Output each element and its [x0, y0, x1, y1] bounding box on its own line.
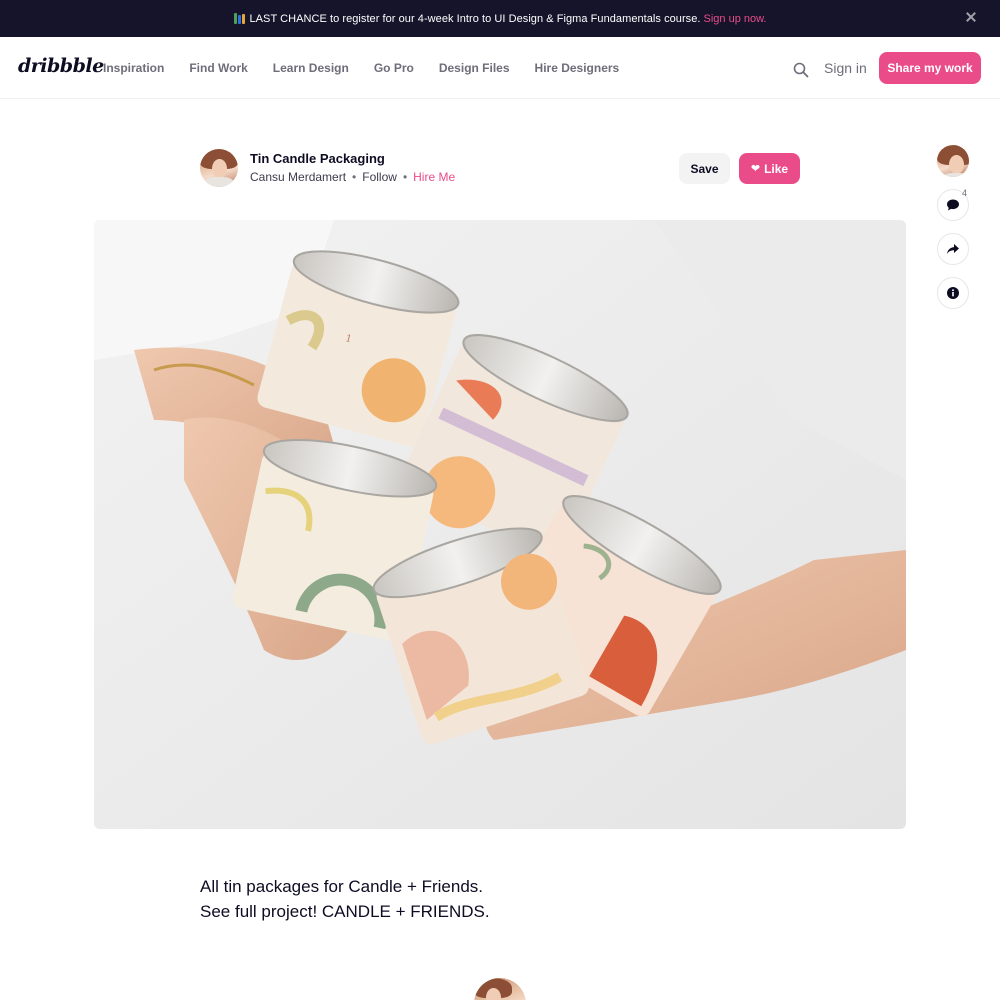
- nav-find-work[interactable]: Find Work: [189, 61, 247, 75]
- like-button[interactable]: ❤ Like: [739, 153, 800, 184]
- promo-banner: LAST CHANCE to register for our 4-week I…: [0, 0, 1000, 37]
- shot-title: Tin Candle Packaging: [250, 151, 385, 166]
- info-button[interactable]: [937, 277, 969, 309]
- nav-inspiration[interactable]: Inspiration: [103, 61, 164, 75]
- heart-icon: ❤: [750, 163, 761, 175]
- rail-author-avatar[interactable]: [937, 145, 969, 177]
- comment-count: 4: [962, 188, 968, 198]
- info-icon: [947, 287, 959, 299]
- candle-tins-illustration: 1: [94, 220, 906, 829]
- nav-go-pro[interactable]: Go Pro: [374, 61, 414, 75]
- comment-icon: [947, 199, 959, 211]
- dribbble-logo[interactable]: dribbble: [18, 55, 104, 77]
- close-icon[interactable]: [964, 10, 978, 24]
- author-avatar[interactable]: [200, 149, 238, 187]
- meta-separator: •: [402, 170, 408, 184]
- meta-separator: •: [352, 170, 357, 184]
- shot-description: All tin packages for Candle + Friends. S…: [200, 874, 490, 924]
- hire-me-link[interactable]: Hire Me: [413, 170, 455, 184]
- nav-learn-design[interactable]: Learn Design: [273, 61, 349, 75]
- banner-message: LAST CHANCE to register for our 4-week I…: [249, 12, 701, 25]
- description-line-1: All tin packages for Candle + Friends.: [200, 877, 484, 896]
- footer-author-avatar[interactable]: [474, 978, 526, 1000]
- sign-in-link[interactable]: Sign in: [824, 60, 867, 76]
- site-header: dribbble Inspiration Find Work Learn Des…: [0, 37, 1000, 99]
- banner-signup-link[interactable]: Sign up now.: [704, 13, 767, 25]
- save-button[interactable]: Save: [679, 153, 730, 184]
- share-my-work-button[interactable]: Share my work: [879, 52, 981, 84]
- shot-image[interactable]: 1: [94, 220, 906, 829]
- like-label: Like: [764, 161, 789, 176]
- shot-meta: Cansu Merdamert • Follow • Hire Me: [250, 170, 455, 184]
- search-icon[interactable]: [793, 62, 809, 78]
- books-icon: [233, 13, 246, 24]
- follow-link[interactable]: Follow: [362, 170, 397, 184]
- shot-header: Tin Candle Packaging Cansu Merdamert • Fol…: [200, 148, 800, 190]
- share-arrow-icon: [947, 244, 959, 254]
- author-name-link[interactable]: Cansu Merdamert: [250, 170, 346, 184]
- share-button[interactable]: [937, 233, 969, 265]
- main-nav: Inspiration Find Work Learn Design Go Pr…: [103, 61, 644, 75]
- nav-design-files[interactable]: Design Files: [439, 61, 510, 75]
- description-line-2: See full project! CANDLE + FRIENDS.: [200, 902, 490, 921]
- nav-hire-designers[interactable]: Hire Designers: [535, 61, 620, 75]
